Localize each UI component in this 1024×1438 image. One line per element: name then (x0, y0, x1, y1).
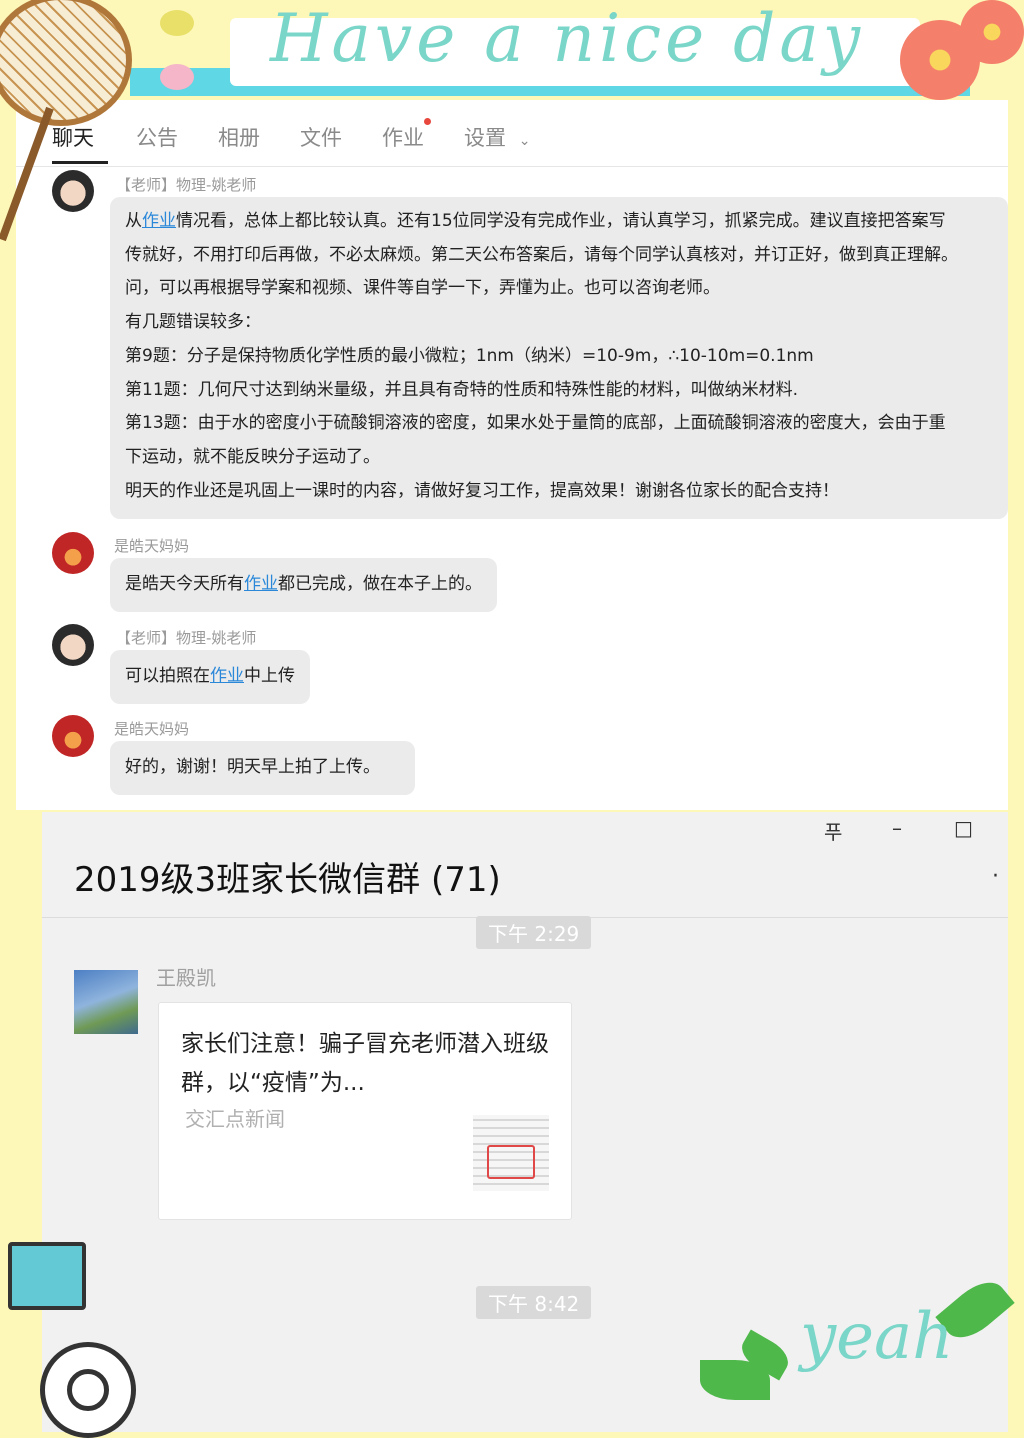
minimize-icon[interactable]: – (892, 816, 902, 840)
message-line: 下运动，就不能反映分子运动了。 (125, 446, 380, 467)
teacher-avatar[interactable] (52, 170, 94, 212)
parent-avatar[interactable] (52, 715, 94, 757)
sender-name: 是皓天妈妈 (114, 720, 190, 738)
homework-link[interactable]: 作业 (210, 666, 244, 686)
message-line: 明天的作业还是巩固上一课时的内容，请做好复习工作，提高效果！谢谢各位家长的配合支… (125, 480, 839, 501)
flower-icon (960, 0, 1024, 64)
article-thumbnail (473, 1115, 549, 1191)
article-source: 交汇点新闻 (185, 1107, 285, 1131)
decorative-yeah: yeah (800, 1300, 954, 1374)
tab-homework[interactable]: 作业 (382, 122, 424, 152)
butterfly-icon (160, 64, 194, 90)
tab-album[interactable]: 相册 (218, 122, 260, 152)
timestamp: 下午 2:29 (476, 916, 592, 949)
tab-chat[interactable]: 聊天 (52, 122, 94, 152)
article-title: 家长们注意！骗子冒充老师潜入班级群，以“疫情”为... (181, 1031, 549, 1096)
message-text: 中上传 (244, 666, 295, 686)
message-bubble: 是皓天今天所有作业都已完成，做在本子上的。 (110, 558, 497, 612)
message-text: 可以拍照在 (125, 666, 210, 686)
chat-title: 2019级3班家长微信群 (71) (74, 860, 501, 900)
tab-bar: 聊天 公告 相册 文件 作业 设置 ⌄ (16, 100, 1008, 167)
sender-name: 【老师】物理-姚老师 (116, 629, 257, 647)
more-icon[interactable]: · (992, 864, 999, 889)
homework-link[interactable]: 作业 (142, 211, 176, 231)
chevron-down-icon: ⌄ (518, 133, 531, 149)
message-line: 好的，谢谢！明天早上拍了上传。 (125, 757, 380, 777)
message-line: 第13题：由于水的密度小于硫酸铜溶液的密度，如果水处于量筒的底部，上面硫酸铜溶液… (125, 413, 946, 434)
message-line: 第11题：几何尺寸达到纳米量级，并且具有奇特的性质和特殊性能的材料，叫做纳米材料… (125, 379, 799, 400)
message-bubble: 可以拍照在作业中上传 (110, 650, 310, 704)
message-line: 可以拍照在作业中上传 (125, 660, 295, 694)
tab-settings[interactable]: 设置 ⌄ (464, 122, 530, 152)
message-bubble: 从作业情况看，总体上都比较认真。还有15位同学没有完成作业，请认真学习，抓紧完成… (110, 197, 1008, 519)
message-line: 问，可以再根据导学案和视频、课件等自学一下，弄懂为止。也可以咨询老师。 (125, 278, 720, 299)
message-line: 从作业情况看，总体上都比较认真。还有15位同学没有完成作业，请认真学习，抓紧完成… (125, 205, 1008, 239)
unread-dot (424, 118, 431, 125)
message-line: 第9题：分子是保持物质化学性质的最小微粒；1nm（纳米）=10-9m，∴10-1… (125, 345, 814, 366)
sender-avatar[interactable] (74, 970, 138, 1034)
sender-name: 【老师】物理-姚老师 (116, 176, 257, 194)
message-text: 是皓天今天所有 (125, 574, 244, 594)
qq-group-panel: 聊天 公告 相册 文件 作业 设置 ⌄ 【老师】物理-姚老师 从作业情况看，总体… (16, 100, 1008, 810)
message-text: 都已完成，做在本子上的。 (278, 574, 482, 594)
camera-lens-icon (40, 1342, 136, 1438)
message-line: 传就好，不用打印后再做，不必太麻烦。第二天公布答案后，请每个同学认真核对，并订正… (125, 244, 958, 265)
teacher-avatar[interactable] (52, 624, 94, 666)
message-text: 情况看，总体上都比较认真。还有15位同学没有完成作业，请认真学习，抓紧完成。建议… (176, 211, 946, 231)
pin-icon[interactable]: 푸 (824, 816, 842, 845)
message-line: 有几题错误较多： (125, 312, 261, 333)
message-bubble: 好的，谢谢！明天早上拍了上传。 (110, 741, 415, 795)
decorative-slogan: Have a nice day (270, 0, 865, 77)
message-text: 从 (125, 211, 142, 231)
sender-name: 是皓天妈妈 (114, 537, 190, 555)
camera-screen (8, 1242, 86, 1310)
sender-name: 王殿凯 (156, 966, 216, 990)
timestamp: 下午 8:42 (476, 1286, 592, 1319)
tab-announcements[interactable]: 公告 (136, 122, 178, 152)
parent-avatar[interactable] (52, 532, 94, 574)
active-tab-indicator (52, 161, 108, 164)
tab-files[interactable]: 文件 (300, 122, 342, 152)
butterfly-icon (160, 10, 194, 36)
tab-settings-label: 设置 (464, 126, 506, 150)
message-line: 是皓天今天所有作业都已完成，做在本子上的。 (125, 568, 482, 602)
homework-link[interactable]: 作业 (244, 574, 278, 594)
maximize-icon[interactable]: □ (954, 816, 973, 840)
shared-article-card[interactable]: 家长们注意！骗子冒充老师潜入班级群，以“疫情”为... 交汇点新闻 (158, 1002, 572, 1220)
camera-sticker (0, 1232, 150, 1438)
